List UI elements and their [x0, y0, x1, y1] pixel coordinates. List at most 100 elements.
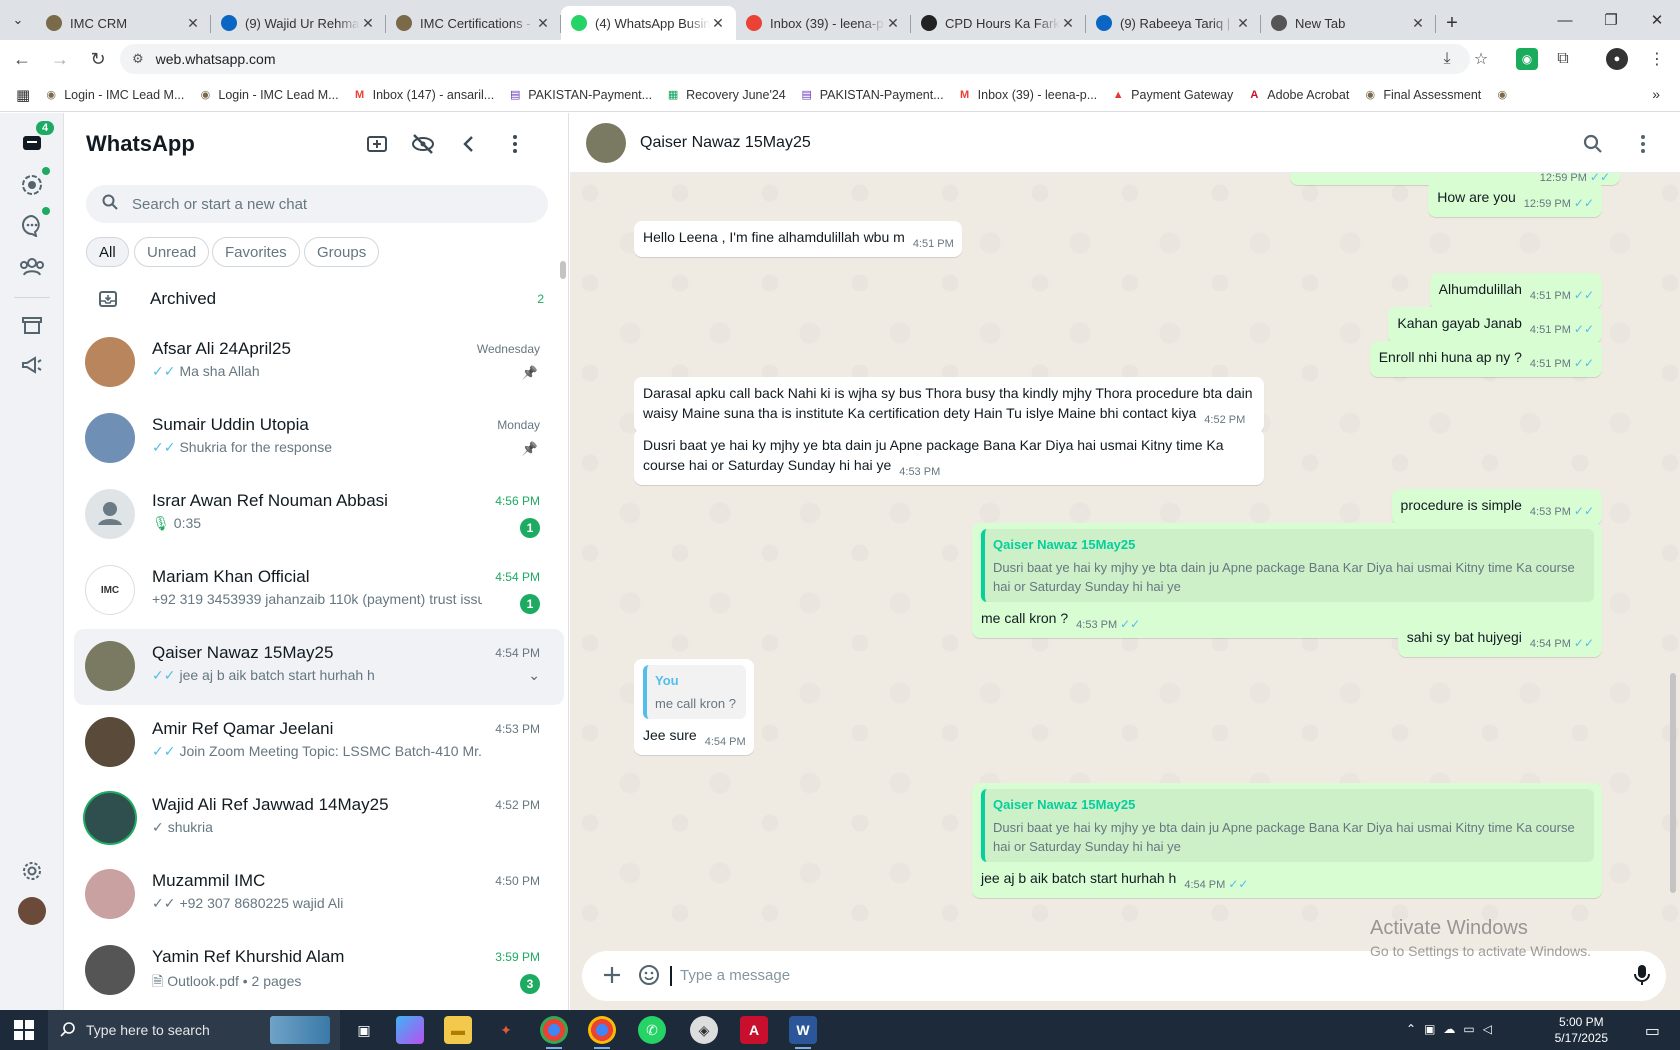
communities-icon[interactable]	[18, 253, 46, 281]
attach-plus-icon[interactable]	[602, 965, 622, 990]
my-profile-avatar[interactable]	[18, 897, 46, 925]
close-tab-icon[interactable]: ✕	[1235, 15, 1251, 32]
settings-gear-icon[interactable]	[18, 857, 46, 885]
close-tab-icon[interactable]: ✕	[360, 15, 376, 32]
outgoing-message[interactable]: sahi sy bat hujyegi 4:54 PM ✓✓	[1397, 621, 1602, 657]
search-messages-icon[interactable]	[1580, 131, 1606, 157]
chat-row[interactable]: Israr Awan Ref Nouman Abbasi 4:56 PM 🎙 0:35…	[74, 477, 564, 553]
bookmark-item[interactable]: ▤ PAKISTAN-Payment...	[800, 88, 944, 102]
chat-row[interactable]: Wajid Ali Ref Jawwad 14May25 4:52 PM ✓ shuk…	[74, 781, 564, 857]
close-tab-icon[interactable]: ✕	[535, 15, 551, 32]
profile-avatar[interactable]: ●	[1606, 48, 1628, 70]
close-tab-icon[interactable]: ✕	[1410, 15, 1426, 32]
copilot-icon[interactable]	[396, 1016, 424, 1044]
maximize-button[interactable]: ❐	[1588, 0, 1634, 40]
close-window-button[interactable]: ✕	[1634, 0, 1680, 40]
app-icon[interactable]: ✦	[492, 1016, 520, 1044]
task-view-icon[interactable]: ▣	[350, 1016, 378, 1044]
collapse-chevron-icon[interactable]	[456, 131, 482, 157]
outgoing-message[interactable]: How are you 12:59 PM ✓✓	[1428, 181, 1602, 217]
close-tab-icon[interactable]: ✕	[710, 15, 726, 32]
chat-row[interactable]: Sumair Uddin Utopia Monday ✓✓ Shukria for t…	[74, 401, 564, 477]
incoming-message[interactable]: Hello Leena , I'm fine alhamdulillah wbu…	[634, 221, 962, 257]
chat-options-chevron-icon[interactable]: ⌄	[528, 667, 540, 684]
channels-icon[interactable]	[18, 207, 50, 239]
tab-search-chevron-icon[interactable]: ⌄	[0, 0, 36, 40]
filter-groups[interactable]: Groups	[304, 237, 380, 267]
chat-row[interactable]: Yamin Ref Khurshid Alam 3:59 PM 🗎 Outlook.p…	[74, 933, 564, 1009]
bookmark-item[interactable]: ▦ Recovery June'24	[666, 88, 786, 102]
browser-tab[interactable]: (9) Wajid Ur Rehman ✕	[211, 6, 386, 40]
catalog-store-icon[interactable]	[18, 311, 46, 339]
address-bar[interactable]: ⚙ web.whatsapp.com	[120, 44, 1470, 74]
chats-icon[interactable]: 4	[18, 121, 55, 157]
advertise-megaphone-icon[interactable]	[18, 351, 46, 379]
browser-tab[interactable]: (9) Rabeeya Tariq | L ✕	[1086, 6, 1261, 40]
filter-all[interactable]: All	[86, 237, 129, 267]
status-icon[interactable]	[18, 167, 50, 199]
bookmark-item[interactable]: A Adobe Acrobat	[1247, 88, 1349, 102]
acrobat-taskbar-icon[interactable]: A	[740, 1016, 768, 1044]
bookmark-star-icon[interactable]: ☆	[1470, 48, 1492, 70]
message-input[interactable]: Type a message	[680, 967, 790, 984]
chat-row[interactable]: IMC Mariam Khan Official 4:54 PM +92 319 34…	[74, 553, 564, 629]
file-explorer-icon[interactable]: ▬	[444, 1016, 472, 1044]
close-tab-icon[interactable]: ✕	[185, 15, 201, 32]
bookmark-item[interactable]: ▲ Payment Gateway	[1111, 88, 1234, 102]
app-taskbar-icon[interactable]: ◈	[690, 1016, 718, 1044]
search-input[interactable]: Search or start a new chat	[86, 185, 548, 223]
close-tab-icon[interactable]: ✕	[1060, 15, 1076, 32]
quoted-message[interactable]: Qaiser Nawaz 15May25 Dusri baat ye hai ky…	[981, 529, 1594, 602]
filter-favorites[interactable]: Favorites	[212, 237, 300, 267]
menu-kebab-icon[interactable]	[502, 131, 528, 157]
forward-button[interactable]: →	[44, 43, 76, 75]
bookmark-item[interactable]: ◉ Final Assessment	[1363, 88, 1482, 102]
outgoing-message[interactable]: Kahan gayab Janab 4:51 PM ✓✓	[1388, 307, 1602, 343]
reload-button[interactable]: ↻	[82, 43, 114, 75]
bookmark-extra-icon[interactable]: ◉	[1495, 88, 1515, 102]
incoming-message[interactable]: Darasal apku call back Nahi ki is wjha s…	[634, 377, 1264, 433]
browser-tab[interactable]: IMC Certifications - ✕	[386, 6, 561, 40]
voice-mic-icon[interactable]	[1634, 964, 1650, 991]
windows-start-icon[interactable]	[14, 1020, 34, 1045]
filter-unread[interactable]: Unread	[134, 237, 210, 267]
archived-row[interactable]: Archived 2	[86, 273, 556, 325]
close-tab-icon[interactable]: ✕	[885, 15, 901, 32]
chat-row[interactable]: Muzammil IMC 4:50 PM ✓✓ +92 307 8680225 waj…	[74, 857, 564, 933]
bookmark-item[interactable]: M Inbox (147) - ansaril...	[353, 88, 494, 102]
chrome-profile-taskbar-icon[interactable]	[588, 1016, 616, 1049]
browser-menu-icon[interactable]: ⋮	[1646, 48, 1668, 70]
chat-row[interactable]: Afsar Ali 24April25 Wednesday ✓✓ Ma sha All…	[74, 325, 564, 401]
whatsapp-taskbar-icon[interactable]: ✆	[638, 1016, 666, 1044]
hide-eye-icon[interactable]	[410, 131, 436, 157]
system-tray-icons[interactable]: ⌃▣☁▭◁	[1406, 1022, 1500, 1036]
install-app-icon[interactable]: ⤓	[1436, 48, 1458, 70]
extensions-puzzle-icon[interactable]: ⧉	[1552, 48, 1574, 70]
browser-tab[interactable]: (4) WhatsApp Busin ✕	[561, 6, 736, 40]
message-scrollbar[interactable]	[1670, 673, 1676, 893]
quoted-message[interactable]: Qaiser Nawaz 15May25 Dusri baat ye hai ky…	[981, 789, 1594, 862]
minimize-button[interactable]: —	[1542, 0, 1588, 40]
bookmark-item[interactable]: ◉ Login - IMC Lead M...	[44, 88, 184, 102]
chrome-taskbar-icon[interactable]	[540, 1016, 568, 1049]
notification-icon[interactable]: ▭	[1645, 1021, 1660, 1041]
taskbar-clock[interactable]: 5:00 PM 5/17/2025	[1555, 1014, 1608, 1046]
incoming-message[interactable]: Dusri baat ye hai ky mjhy ye bta dain ju…	[634, 429, 1264, 485]
new-tab-button[interactable]: +	[1436, 6, 1468, 40]
incoming-message[interactable]: You me call kron ? Jee sure 4:54 PM	[634, 659, 754, 755]
conversation-menu-icon[interactable]	[1630, 131, 1656, 157]
bookmark-item[interactable]: ▤ PAKISTAN-Payment...	[508, 88, 652, 102]
word-taskbar-icon[interactable]: W	[789, 1016, 817, 1049]
contact-name[interactable]: Qaiser Nawaz 15May25	[640, 134, 811, 152]
new-chat-icon[interactable]	[364, 131, 390, 157]
taskbar-search[interactable]: Type here to search	[48, 1010, 340, 1050]
extension-icon[interactable]: ◉	[1516, 48, 1538, 70]
contact-avatar[interactable]	[586, 123, 626, 163]
chat-row[interactable]: Amir Ref Qamar Jeelani 4:53 PM ✓✓ Join Zoom…	[74, 705, 564, 781]
outgoing-message[interactable]: Qaiser Nawaz 15May25 Dusri baat ye hai ky…	[972, 783, 1602, 898]
browser-tab[interactable]: IMC CRM ✕	[36, 6, 211, 40]
browser-tab[interactable]: CPD Hours Ka Fark ✕	[911, 6, 1086, 40]
site-info-icon[interactable]: ⚙	[132, 51, 144, 67]
outgoing-message[interactable]: Alhumdulillah 4:51 PM ✓✓	[1429, 273, 1602, 309]
emoji-sticker-icon[interactable]	[638, 964, 660, 991]
